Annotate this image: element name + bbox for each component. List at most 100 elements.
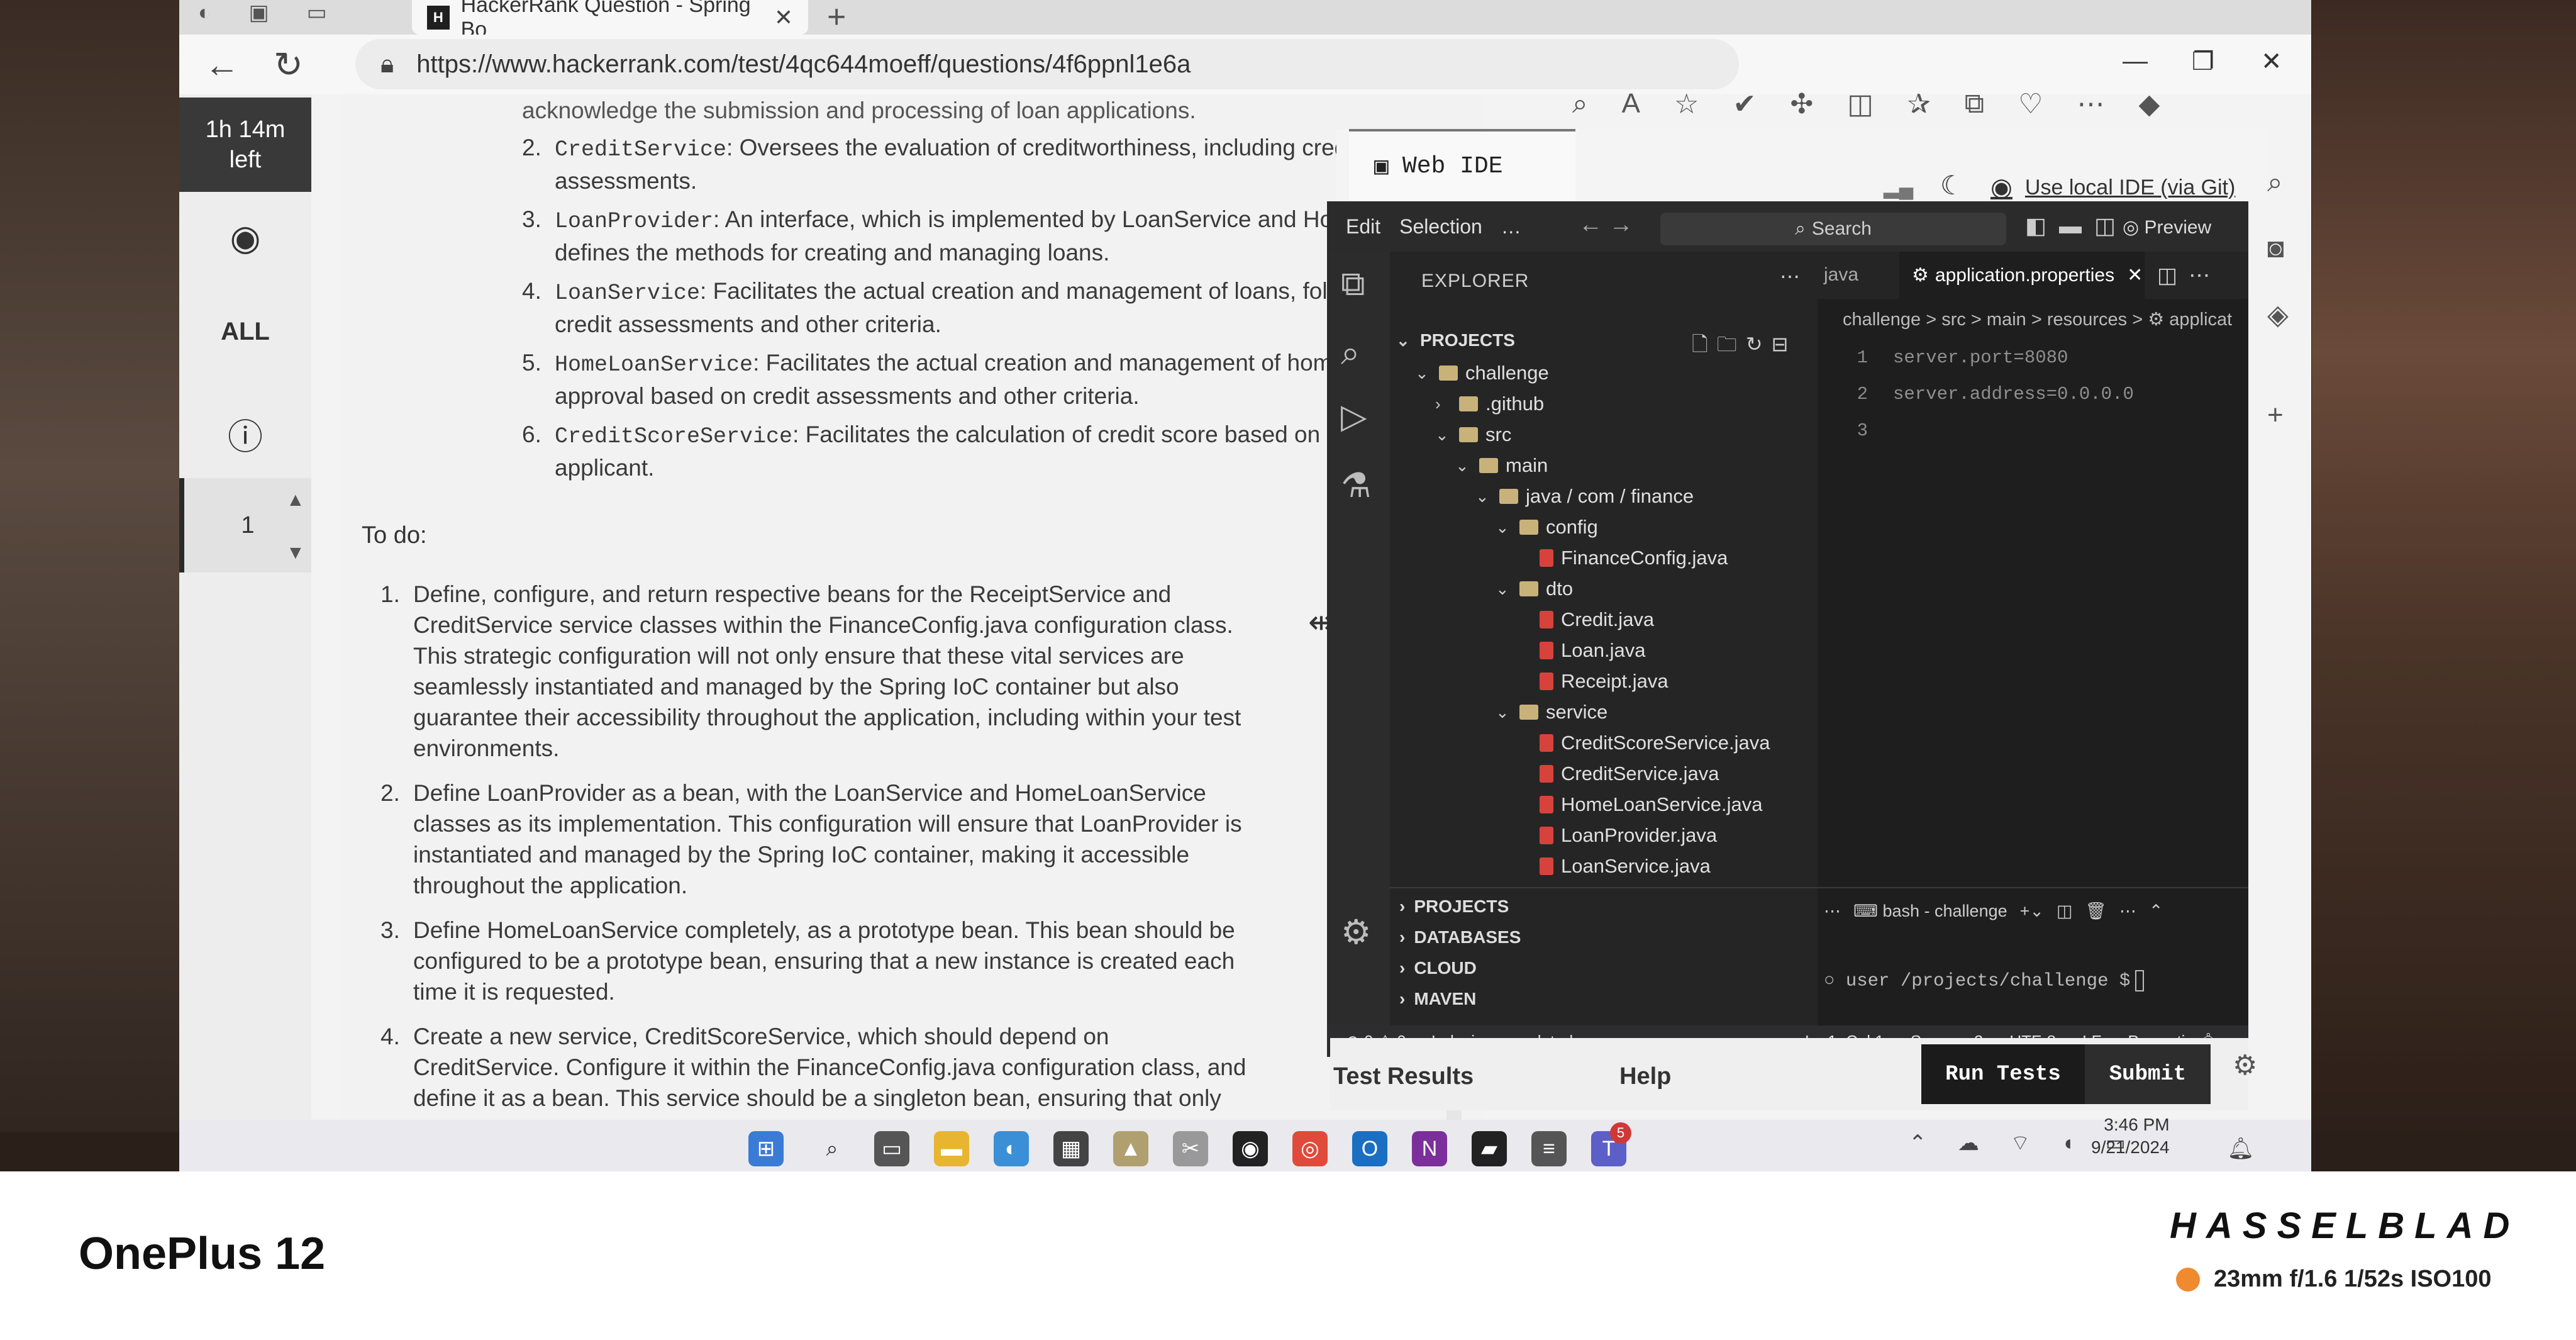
explorer-more-icon[interactable]: ⋯ xyxy=(1780,264,1800,288)
terminal-prompt[interactable]: ○ user /projects/challenge $ xyxy=(1824,970,2145,991)
app-icon[interactable]: ▲ xyxy=(1113,1131,1148,1166)
terminal-menu-icon[interactable]: ⋯ xyxy=(2119,902,2136,921)
zoom-icon[interactable]: ⌕ xyxy=(1572,88,1588,120)
tree-file[interactable]: LoanService.java xyxy=(1516,855,1711,878)
projects-header[interactable]: ⌄ PROJECTS xyxy=(1396,330,1515,350)
menu-edit[interactable]: Edit xyxy=(1346,215,1380,238)
tab-actions-icon[interactable]: ▭ xyxy=(307,0,327,25)
preview-button[interactable]: ◎ Preview xyxy=(2123,216,2211,238)
browser-tab[interactable]: H HackerRank Question - Spring Bo ✕ xyxy=(412,0,808,42)
tree-file[interactable]: FinanceConfig.java xyxy=(1516,547,1728,569)
next-question-icon[interactable]: ▼ xyxy=(286,542,305,564)
teams-icon[interactable]: ◈ xyxy=(2267,299,2289,331)
read-aloud-icon[interactable]: A xyxy=(1622,88,1640,120)
chrome-icon[interactable]: ◎ xyxy=(1292,1131,1328,1166)
command-search[interactable]: ⌕ Search xyxy=(1660,213,2006,245)
explorer-section[interactable]: › CLOUD xyxy=(1399,958,1477,978)
help-tab[interactable]: Help xyxy=(1619,1063,1671,1090)
back-icon[interactable]: ← xyxy=(204,44,240,85)
new-tab-icon[interactable]: + xyxy=(827,0,846,35)
close-editor-tab-icon[interactable]: ✕ xyxy=(2127,264,2143,286)
terminal-shell[interactable]: ⌨ bash - challenge xyxy=(1853,902,2007,921)
menu-selection[interactable]: Selection xyxy=(1399,215,1482,238)
window-close-icon[interactable]: ✕ xyxy=(2261,47,2282,76)
use-local-ide-link[interactable]: ◉ Use local IDE (via Git) xyxy=(1990,173,2235,202)
collapse-all-icon[interactable]: ⊟ xyxy=(1772,333,1797,355)
minimize-icon[interactable]: — xyxy=(2123,47,2148,75)
tree-file[interactable]: Receipt.java xyxy=(1516,670,1668,693)
tree-folder[interactable]: ⌄ main xyxy=(1455,454,1548,477)
menu-more[interactable]: … xyxy=(1501,215,1521,238)
settings-gear-icon[interactable]: ⚙ xyxy=(1341,912,1371,952)
info-icon[interactable]: ⓘ xyxy=(217,409,274,460)
panel-settings-icon[interactable]: ⚙ xyxy=(2233,1049,2257,1081)
web-ide-tab[interactable]: ▣ Web IDE xyxy=(1349,129,1575,201)
all-questions-link[interactable]: ALL xyxy=(204,318,286,346)
tree-folder[interactable]: ⌄ dto xyxy=(1496,578,1573,600)
snipping-icon[interactable]: ✂ xyxy=(1173,1131,1208,1166)
file-explorer-icon[interactable]: ▬ xyxy=(934,1131,969,1166)
split-screen-icon[interactable]: ◫ xyxy=(1847,88,1874,120)
new-folder-icon[interactable]: 🗀︎ xyxy=(1717,333,1746,355)
taskbar-search-icon[interactable]: ⌕ xyxy=(814,1131,850,1166)
tree-file[interactable]: Credit.java xyxy=(1516,608,1654,631)
tree-folder[interactable]: ⌄ service xyxy=(1496,701,1607,723)
tree-folder[interactable]: ⌄ config xyxy=(1496,516,1598,539)
workspaces-icon[interactable]: ▣ xyxy=(249,0,269,25)
tree-file[interactable]: CreditScoreService.java xyxy=(1516,732,1770,754)
notification-bell-icon[interactable]: 🔔︎ xyxy=(2223,1131,2258,1166)
editor-tab-java[interactable]: java xyxy=(1824,264,1858,286)
tree-file[interactable]: HomeLoanService.java xyxy=(1516,793,1763,816)
task-view-icon[interactable]: ▭ xyxy=(874,1131,909,1166)
editor-tab-actions[interactable]: ◫⋯ xyxy=(2157,263,2221,288)
tree-folder[interactable]: ⌄ src xyxy=(1435,423,1511,446)
breadcrumb[interactable]: challenge > src > main > resources > ⚙ a… xyxy=(1843,308,2232,330)
compass-icon[interactable]: ◉ xyxy=(217,217,274,259)
explorer-section[interactable]: › PROJECTS xyxy=(1399,896,1509,917)
maximize-panel-icon[interactable]: ⌃ xyxy=(2149,902,2163,921)
favorite-star-icon[interactable]: ☆ xyxy=(1674,88,1699,120)
search-view-icon[interactable]: ⌕ xyxy=(1341,333,1360,373)
split-terminal-icon[interactable]: ◫ xyxy=(2057,902,2073,921)
outlook-icon[interactable]: ◙ xyxy=(2267,233,2284,264)
outlook-taskbar-icon[interactable]: O xyxy=(1352,1131,1387,1166)
maximize-icon[interactable]: ❐ xyxy=(2192,47,2214,76)
add-terminal-icon[interactable]: +⌄ xyxy=(2020,902,2044,921)
extension-check-icon[interactable]: ✔ xyxy=(1733,88,1756,120)
taskbar-clock[interactable]: 3:46 PM 9/21/2024 xyxy=(2091,1114,2170,1159)
address-bar[interactable]: 🔒︎ https://www.hackerrank.com/test/4qc64… xyxy=(355,39,1739,89)
close-tab-icon[interactable]: ✕ xyxy=(774,4,793,31)
lock-icon[interactable]: 🔒︎ xyxy=(380,50,394,79)
edge-icon[interactable]: ◐ xyxy=(994,1131,1029,1166)
new-file-icon[interactable]: 🗋︎ xyxy=(1692,333,1717,355)
onenote-icon[interactable]: N xyxy=(1412,1131,1447,1166)
nav-arrows-icon[interactable]: ← → xyxy=(1579,211,1633,238)
run-debug-icon[interactable]: ▷ xyxy=(1341,396,1367,436)
sticky-notes-icon[interactable]: ▰ xyxy=(1472,1131,1507,1166)
browser-essentials-icon[interactable]: ♡ xyxy=(2018,88,2043,120)
explorer-section[interactable]: › DATABASES xyxy=(1399,927,1521,947)
tree-file[interactable]: LoanProvider.java xyxy=(1516,824,1717,847)
copilot-icon[interactable]: ◆ xyxy=(2139,88,2160,120)
store-icon[interactable]: ▦ xyxy=(1053,1131,1089,1166)
refresh-icon[interactable]: ↻ xyxy=(274,44,303,86)
media-icon[interactable]: ◉ xyxy=(1233,1131,1268,1166)
explorer-section[interactable]: › MAVEN xyxy=(1399,989,1476,1009)
dark-mode-icon[interactable]: ☾ xyxy=(1940,170,1964,201)
prev-question-icon[interactable]: ▲ xyxy=(286,489,305,511)
submit-button[interactable]: Submit xyxy=(2085,1044,2211,1104)
more-menu-icon[interactable]: ⋯ xyxy=(2077,88,2105,120)
tree-folder[interactable]: ⌄ java / com / finance xyxy=(1475,485,1694,508)
editor-tab-application-properties[interactable]: ⚙ application.properties ✕ xyxy=(1899,252,2145,299)
collections-icon[interactable]: ⧉ xyxy=(1965,88,1984,120)
notepad-icon[interactable]: ≡ xyxy=(1531,1131,1567,1166)
testing-flask-icon[interactable]: ⚗ xyxy=(1341,466,1371,505)
favorites-icon[interactable]: ✰ xyxy=(1907,88,1931,120)
add-sidebar-icon[interactable]: + xyxy=(2267,399,2284,431)
extensions-icon[interactable]: ✣ xyxy=(1790,88,1813,120)
test-results-tab[interactable]: Test Results xyxy=(1333,1063,1474,1090)
trash-icon[interactable]: 🗑︎ xyxy=(2085,901,2107,921)
tree-folder[interactable]: › .github xyxy=(1435,393,1544,415)
code-editor[interactable]: 1 server.port=8080 2 server.address=0.0.0.0… xyxy=(1818,340,2248,449)
start-icon[interactable]: ⊞ xyxy=(748,1131,784,1166)
